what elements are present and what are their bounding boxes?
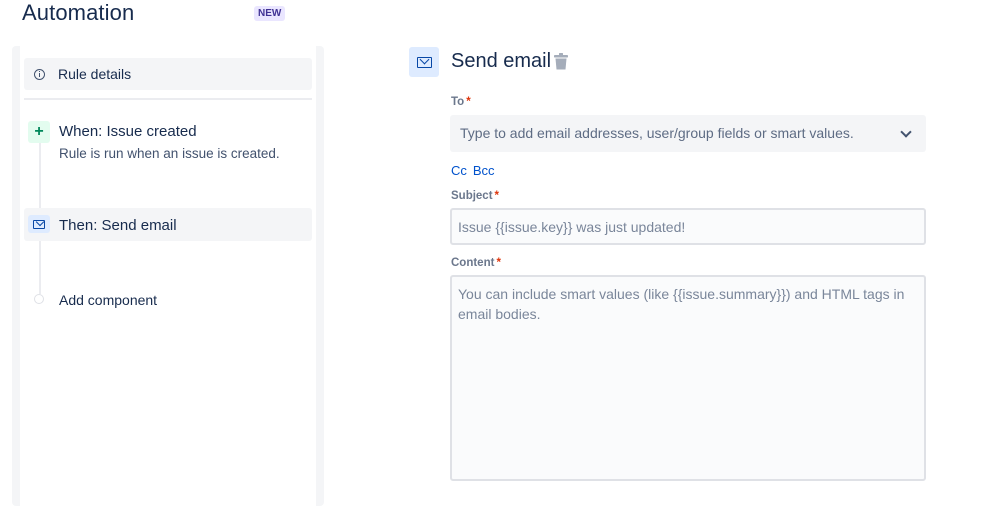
chevron-down-icon[interactable] xyxy=(900,126,912,138)
add-component-dot-icon xyxy=(34,294,44,304)
trigger-description: Rule is run when an issue is created. xyxy=(59,146,280,161)
trigger-title[interactable]: When: Issue created xyxy=(59,123,197,140)
rule-panel-body xyxy=(20,46,316,506)
content-label: Content * xyxy=(451,257,501,269)
rule-details-label: Rule details xyxy=(58,66,132,82)
content-textarea[interactable] xyxy=(450,275,926,481)
mail-icon xyxy=(28,215,50,233)
new-badge: NEW xyxy=(254,6,286,21)
editor-title: Send email xyxy=(451,50,552,72)
subject-label-text: Subject xyxy=(451,190,493,202)
to-label-text: To xyxy=(451,96,465,108)
subject-input[interactable] xyxy=(450,208,926,245)
plus-icon: + xyxy=(28,121,50,143)
trash-icon[interactable] xyxy=(554,53,568,70)
cc-bcc-links: Cc Bcc xyxy=(451,163,501,178)
cc-link[interactable]: Cc xyxy=(451,163,467,178)
subject-label: Subject * xyxy=(451,190,499,202)
send-email-mail-icon xyxy=(409,47,439,77)
to-label: To * xyxy=(451,96,471,108)
action-title[interactable]: Then: Send email xyxy=(59,217,177,234)
divider xyxy=(24,98,312,100)
content-label-text: Content xyxy=(451,257,495,269)
page-title: Automation xyxy=(22,0,135,25)
required-marker: * xyxy=(466,96,471,108)
rule-details-item[interactable]: Rule details xyxy=(24,58,312,90)
required-marker: * xyxy=(496,257,501,269)
bcc-link[interactable]: Bcc xyxy=(473,163,495,178)
rule-panel xyxy=(12,46,324,506)
info-icon xyxy=(34,68,45,80)
to-placeholder: Type to add email addresses, user/group … xyxy=(460,125,854,141)
add-component-button[interactable]: Add component xyxy=(59,292,157,308)
required-marker: * xyxy=(494,190,500,202)
to-select[interactable]: Type to add email addresses, user/group … xyxy=(450,115,926,152)
